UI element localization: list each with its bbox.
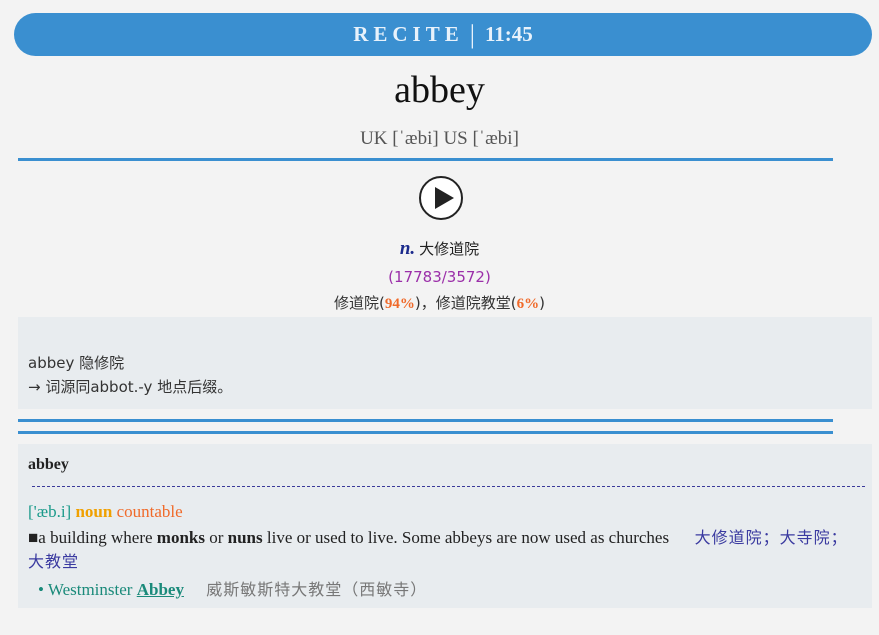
headword: abbey [394, 69, 485, 111]
sense-distribution: 修道院(94%)，修道院教堂(6%) [334, 294, 545, 312]
timer: 11:45 [484, 22, 533, 46]
dictionary-definition: ■a building where monks or nuns live or … [28, 528, 848, 571]
phonetic: UK [ˈæbi] US [ˈæbi] [360, 128, 519, 149]
recite-page: RECITE | 11:45 abbey UK [ˈæbi] US [ˈæbi]… [0, 0, 879, 635]
play-icon [435, 187, 454, 209]
dictionary-ipa: ['æb.i] [28, 502, 72, 521]
countability: countable [116, 502, 183, 521]
etymology-line: → 词源同abbot.-y 地点后缀。 [28, 378, 233, 396]
part-of-speech: n. [399, 238, 416, 259]
dashed-divider [32, 486, 865, 487]
dictionary-headword: abbey [28, 456, 69, 473]
sense-percent: 94% [384, 296, 415, 312]
definition-line: n. 大修道院 [0, 238, 879, 260]
definition-meaning: 大修道院 [419, 240, 480, 258]
frequency-stats: (17783/3572) [388, 268, 491, 286]
etymology-line: abbey 隐修院 [28, 354, 125, 372]
divider [18, 431, 833, 434]
bullet: ■ [28, 528, 39, 547]
dictionary-pos: noun [75, 502, 113, 521]
sense-label: 修道院教堂 [435, 294, 511, 312]
grammar-line: ['æb.i] noun countable [28, 502, 183, 522]
header-bar: RECITE | 11:45 [14, 13, 872, 56]
example-keyword-link[interactable]: Abbey [137, 580, 184, 599]
divider [18, 158, 833, 161]
divider [18, 419, 833, 422]
header-separator: | [469, 19, 475, 49]
etymology-panel: abbey 隐修院 → 词源同abbot.-y 地点后缀。 [18, 317, 872, 409]
example-sentence: • Westminster Abbey 威斯敏斯特大教堂（西敏寺） [38, 580, 428, 599]
sense-percent: 6% [516, 296, 540, 312]
example-translation: 威斯敏斯特大教堂（西敏寺） [206, 580, 428, 599]
sense-label: 修道院 [334, 294, 380, 312]
dictionary-panel: abbey ['æb.i] noun countable ■a building… [18, 444, 872, 608]
play-pronunciation-button[interactable] [419, 176, 463, 220]
mode-title: RECITE [353, 22, 464, 46]
